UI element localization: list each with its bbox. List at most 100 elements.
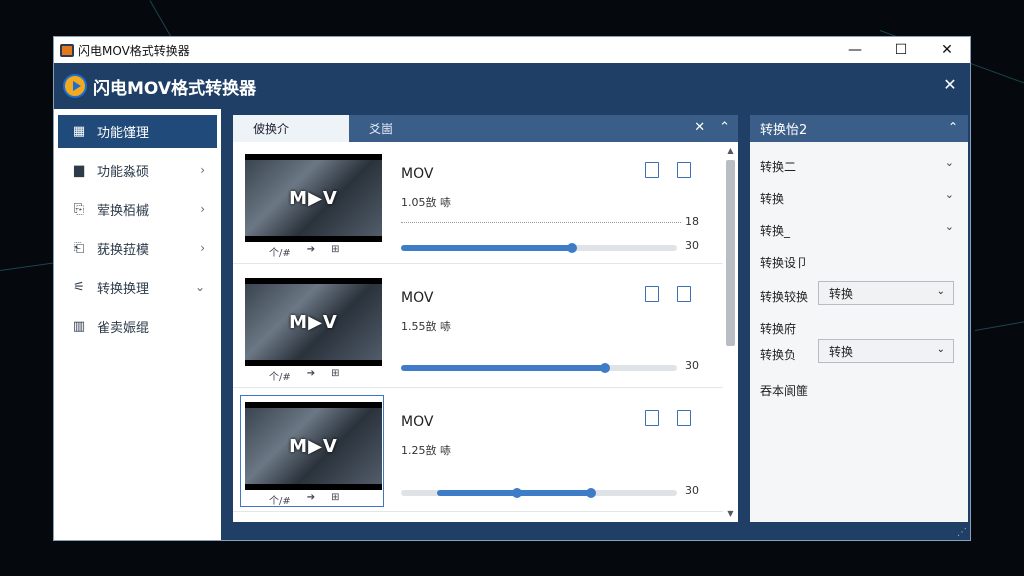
- upload-icon[interactable]: 个/#: [269, 368, 291, 383]
- sidebar-item-0[interactable]: ▦ 功能馑理: [58, 115, 217, 148]
- thumbnail[interactable]: M▶V 个/# ➔ ⊞: [241, 272, 383, 383]
- progress-value: 30: [685, 484, 699, 497]
- thumbnail[interactable]: M▶V 个/# ➔ ⊞: [241, 148, 383, 259]
- select-value: 转换: [829, 344, 854, 359]
- chevron-right-icon: ›: [200, 241, 205, 255]
- calendar-icon: ▥: [72, 319, 86, 334]
- file-row[interactable]: M▶V 个/# ➔ ⊞ MOV 1.25敨 哧 30: [233, 390, 723, 512]
- scroll-down-icon[interactable]: ▼: [725, 509, 736, 518]
- thumbnail[interactable]: M▶V 个/# ➔ ⊞: [240, 395, 384, 507]
- sidebar-item-label: 荤换栢槭: [97, 204, 150, 219]
- window-title: 闪电MOV格式转换器: [78, 43, 190, 58]
- tools-icon[interactable]: ✕: [694, 120, 705, 135]
- progress-knob[interactable]: [567, 243, 578, 253]
- progress-knob[interactable]: [586, 488, 597, 498]
- section-label: 转换设卩: [760, 256, 809, 270]
- app-window: 闪电MOV格式转换器 — ☐ ✕ 闪电MOV格式转换器 ✕ ▦ 功能馑理 ▆ 功…: [53, 36, 971, 541]
- minimize-button[interactable]: —: [832, 37, 878, 63]
- app-small-icon: [60, 43, 74, 57]
- sidebar-item-2[interactable]: ⎘ 荤换栢槭 ›: [58, 193, 217, 226]
- chevron-up-icon[interactable]: ⌃: [719, 120, 730, 135]
- progress-value: 30: [685, 359, 699, 372]
- document-icon[interactable]: [677, 286, 691, 302]
- upload-icon[interactable]: 个/#: [269, 244, 291, 259]
- document-icon[interactable]: [677, 410, 691, 426]
- maximize-button[interactable]: ☐: [878, 37, 924, 63]
- resize-grip-icon[interactable]: ⋰: [957, 527, 967, 538]
- section-label: 转换府: [760, 322, 797, 336]
- window-controls: — ☐ ✕: [832, 37, 970, 63]
- file-size: 1.55敨 哧: [401, 320, 451, 333]
- sidebar-item-label: 功能淼硕: [97, 165, 150, 180]
- settings-row-label[interactable]: 转换二: [760, 158, 796, 175]
- sidebar-item-label: 功能馑理: [97, 126, 150, 141]
- app-name: 闪电MOV格式转换器: [93, 78, 257, 99]
- chevron-down-icon: ⌄: [936, 344, 945, 355]
- sidebar-item-1[interactable]: ▆ 功能淼硕 ›: [58, 154, 217, 187]
- scroll-up-icon[interactable]: ▲: [725, 146, 736, 155]
- tab-2[interactable]: 爻崮: [349, 115, 549, 142]
- file-row[interactable]: M▶V 个/# ➔ ⊞ MOV 1.55敨 哧 30: [233, 266, 723, 388]
- upload-icon[interactable]: 个/#: [269, 492, 291, 507]
- sidebar: ▦ 功能馑理 ▆ 功能淼硕 › ⎘ 荤换栢槭 › ⎗ 莸换菈模 › ⚟ 转换换理…: [54, 109, 221, 540]
- progress-bar[interactable]: [401, 363, 677, 373]
- settings-icon[interactable]: ⊞: [331, 492, 339, 507]
- app-header: 闪电MOV格式转换器 ✕: [54, 63, 970, 109]
- scrollbar[interactable]: ▲ ▼: [725, 146, 736, 518]
- thumbnail-logo: M▶V: [289, 311, 338, 333]
- close-button[interactable]: ✕: [924, 37, 970, 63]
- file-size: 1.25敨 哧: [401, 444, 451, 457]
- progress-bar[interactable]: [401, 243, 677, 253]
- chevron-up-icon[interactable]: ⌃: [948, 120, 958, 134]
- document-icon[interactable]: [677, 162, 691, 178]
- chevron-down-icon[interactable]: ⌄: [945, 188, 954, 201]
- chevron-right-icon: ›: [200, 163, 205, 177]
- chevron-down-icon: ⌄: [194, 280, 205, 294]
- settings-panel-body: 转换二 ⌄ 转换 ⌄ 转换_ ⌄ 转换设卩 转换较换 转换 ⌄ 转换府 转换负 …: [750, 142, 968, 522]
- tab-bar: 佊换介 爻崮 ✕ ⌃: [233, 115, 738, 142]
- progress-fill: [401, 365, 606, 371]
- scroll-thumb[interactable]: [726, 160, 735, 346]
- folder-icon[interactable]: [645, 410, 659, 426]
- chevron-down-icon[interactable]: ⌄: [945, 156, 954, 169]
- main-panel: 佊换介 爻崮 ✕ ⌃ M▶V 个/# ➔ ⊞ MOV 1.05敨 哧 18 30…: [233, 115, 738, 522]
- progress-bar[interactable]: [401, 488, 677, 498]
- file-download-icon: ⎘: [73, 202, 85, 217]
- sidebar-item-label: 雀卖娠绲: [97, 321, 150, 336]
- settings-icon[interactable]: ⊞: [331, 244, 339, 259]
- grid-icon: ▦: [72, 124, 86, 139]
- tab-1[interactable]: 佊换介: [233, 115, 349, 142]
- settings-panel-header[interactable]: 转换怡2 ⌃: [750, 115, 968, 142]
- range-start-knob[interactable]: [511, 488, 522, 498]
- settings-row-label[interactable]: 转换_: [760, 222, 790, 239]
- file-list: M▶V 个/# ➔ ⊞ MOV 1.05敨 哧 18 30 M▶V 个/# ➔ …: [233, 142, 738, 522]
- tools-icon: ⚟: [73, 280, 85, 295]
- select-dropdown-2[interactable]: 转换 ⌄: [818, 339, 954, 363]
- header-close-icon[interactable]: ✕: [940, 75, 960, 94]
- sidebar-item-label: 转换换理: [97, 282, 150, 297]
- settings-row-label[interactable]: 转换: [760, 190, 784, 207]
- progress-knob[interactable]: [600, 363, 611, 373]
- sidebar-item-3[interactable]: ⎗ 莸换菈模 ›: [58, 232, 217, 265]
- select-value: 转换: [829, 286, 854, 301]
- progress-value: 30: [685, 239, 699, 252]
- folder-icon[interactable]: [645, 286, 659, 302]
- settings-panel-title: 转换怡2: [760, 123, 808, 138]
- arrow-right-icon[interactable]: ➔: [307, 368, 315, 383]
- arrow-right-icon[interactable]: ➔: [307, 244, 315, 259]
- arrow-right-icon[interactable]: ➔: [307, 492, 315, 507]
- file-icon: ⎗: [73, 241, 85, 256]
- footer-label: 吞本阆篚: [760, 384, 809, 398]
- sidebar-item-5[interactable]: ▥ 雀卖娠绲: [58, 310, 217, 343]
- file-row[interactable]: M▶V 个/# ➔ ⊞ MOV 1.05敨 哧 18 30: [233, 142, 723, 264]
- dotted-track: [401, 222, 681, 223]
- file-name: MOV: [401, 166, 434, 182]
- settings-icon[interactable]: ⊞: [331, 368, 339, 383]
- thumbnail-logo: M▶V: [289, 187, 338, 209]
- sidebar-item-4[interactable]: ⚟ 转换换理 ⌄: [58, 271, 217, 304]
- chevron-down-icon[interactable]: ⌄: [945, 220, 954, 233]
- folder-icon[interactable]: [645, 162, 659, 178]
- document-icon: ▆: [74, 163, 84, 178]
- select-dropdown-1[interactable]: 转换 ⌄: [818, 281, 954, 305]
- progress-fill: [401, 245, 573, 251]
